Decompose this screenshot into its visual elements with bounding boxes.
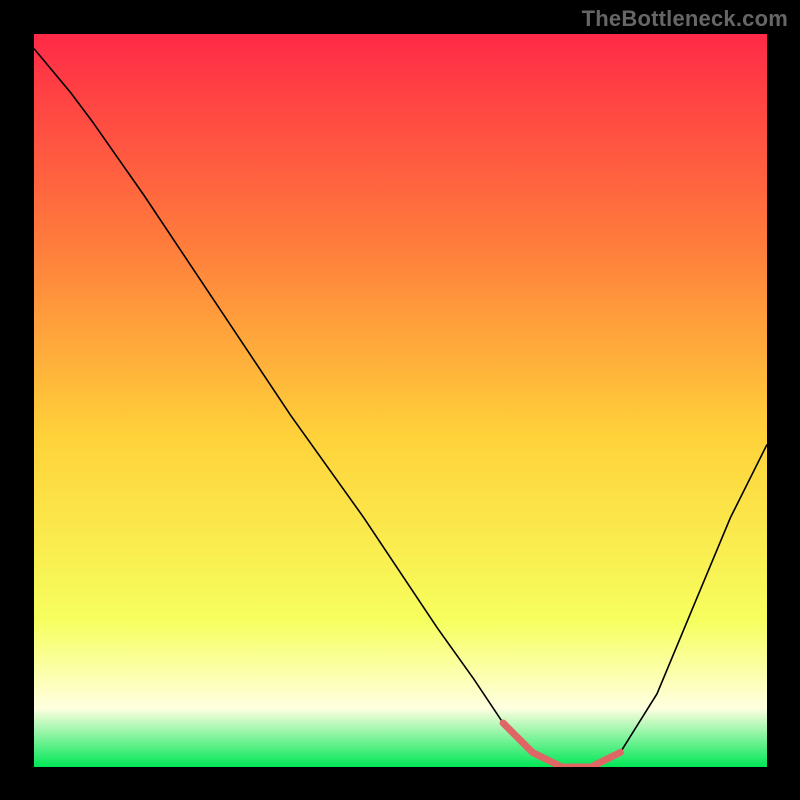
- gradient-plot-area: [34, 34, 767, 767]
- chart-stage: TheBottleneck.com: [0, 0, 800, 800]
- gradient-rect: [34, 34, 767, 767]
- watermark-label: TheBottleneck.com: [582, 6, 788, 32]
